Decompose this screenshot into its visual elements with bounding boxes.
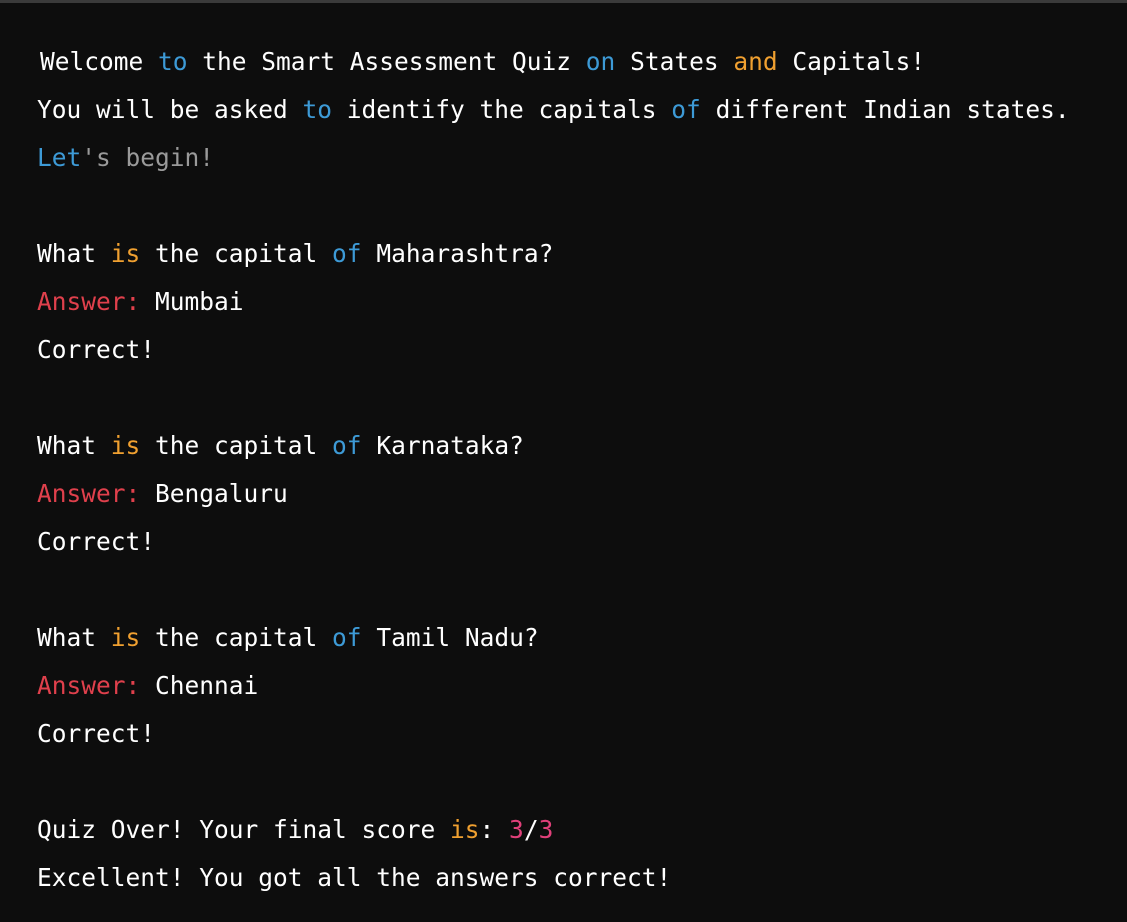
result-line: Correct! xyxy=(37,335,156,364)
keyword-to: to xyxy=(302,95,333,124)
text-segment: Quiz Over! Your final score xyxy=(37,815,451,844)
answer-line: Answer: Chennai xyxy=(37,662,1127,710)
text-segment: different Indian states. xyxy=(700,95,1070,124)
keyword-of: of xyxy=(332,431,362,460)
keyword-is: is xyxy=(110,623,141,652)
text-segment: : xyxy=(479,815,510,844)
keyword-is: is xyxy=(110,431,141,460)
score-separator: / xyxy=(523,815,539,844)
text-segment: the capital xyxy=(140,623,333,652)
result-line: Correct! xyxy=(37,719,156,748)
score-total: 3 xyxy=(538,815,554,844)
text-segment: the capital xyxy=(140,431,333,460)
final-score-line: Quiz Over! Your final score is: 3/3 xyxy=(37,806,1127,854)
keyword-and: and xyxy=(733,47,778,76)
text-segment: the Smart Assessment Quiz xyxy=(187,47,586,76)
answer-line: Answer: Bengaluru xyxy=(37,470,1127,518)
result-line: Correct! xyxy=(37,527,156,556)
keyword-of: of xyxy=(671,95,701,124)
state-name: Tamil Nadu? xyxy=(361,623,539,652)
keyword-let: Let xyxy=(37,143,82,172)
answer-label: Answer: xyxy=(37,287,141,316)
closing-message-line: Excellent! You got all the answers corre… xyxy=(37,863,672,892)
text-segment: the capital xyxy=(140,239,333,268)
answer-label: Answer: xyxy=(37,479,141,508)
keyword-of: of xyxy=(332,623,362,652)
answer-label: Answer: xyxy=(37,671,141,700)
console-output: Welcome to the Smart Assessment Quiz on … xyxy=(37,38,1127,902)
keyword-to: to xyxy=(158,47,188,76)
text-segment: identify the capitals xyxy=(332,95,672,124)
keyword-is: is xyxy=(450,815,480,844)
text-segment: Welcome xyxy=(40,47,159,76)
keyword-of: of xyxy=(332,239,362,268)
score-value: 3 xyxy=(509,815,524,844)
text-segment: Capitals! xyxy=(777,47,926,76)
answer-value: Chennai xyxy=(140,671,259,700)
intro-begin-line: Let's begin! xyxy=(37,134,1127,182)
text-segment: What xyxy=(37,239,111,268)
intro-welcome-line: Welcome to the Smart Assessment Quiz on … xyxy=(37,38,1127,86)
terminal-output-panel: Welcome to the Smart Assessment Quiz on … xyxy=(0,0,1127,922)
answer-line: Answer: Mumbai xyxy=(37,278,1127,326)
answer-value: Mumbai xyxy=(140,287,244,316)
text-segment: 's begin! xyxy=(81,143,215,172)
keyword-is: is xyxy=(110,239,141,268)
keyword-on: on xyxy=(585,47,616,76)
text-segment: What xyxy=(37,623,111,652)
state-name: Karnataka? xyxy=(361,431,524,460)
question-line: What is the capital of Tamil Nadu? xyxy=(37,614,1127,662)
text-segment: You will be asked xyxy=(37,95,303,124)
answer-value: Bengaluru xyxy=(140,479,288,508)
question-line: What is the capital of Karnataka? xyxy=(37,422,1127,470)
text-segment: What xyxy=(37,431,111,460)
intro-instructions-line: You will be asked to identify the capita… xyxy=(37,86,1127,134)
question-line: What is the capital of Maharashtra? xyxy=(37,230,1127,278)
text-segment: States xyxy=(615,47,734,76)
state-name: Maharashtra? xyxy=(361,239,554,268)
